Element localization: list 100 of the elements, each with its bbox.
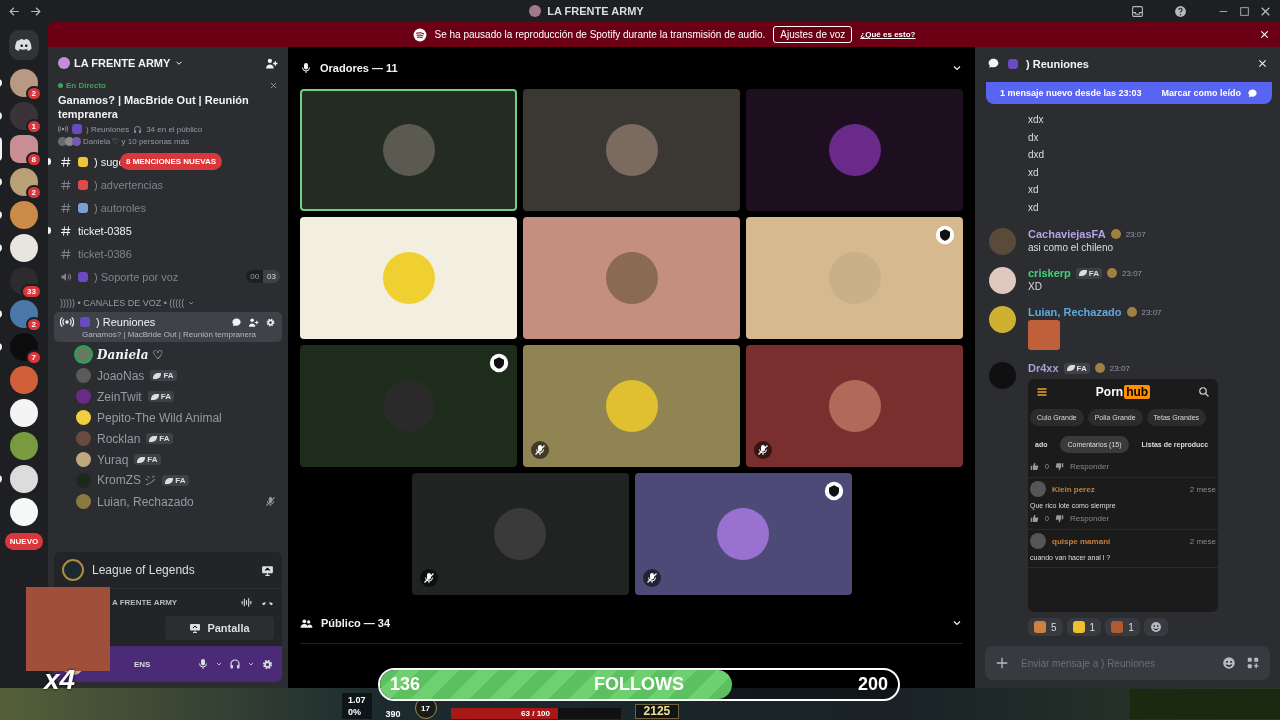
thumbs-down-icon[interactable] [1054, 514, 1064, 523]
avatar-icon [605, 380, 658, 432]
forward-arrow-icon[interactable] [29, 4, 42, 18]
author-name[interactable]: Luian, Rechazado [1028, 306, 1122, 318]
speaker-tile[interactable] [300, 345, 517, 467]
home-button[interactable] [9, 30, 39, 60]
role-badge-icon [1094, 363, 1105, 373]
message-text: XD [1028, 281, 1043, 292]
voice-user[interactable]: Pepito-The Wild Animal [76, 407, 288, 428]
emoji-icon [78, 271, 88, 282]
headphones-icon[interactable] [229, 658, 241, 670]
channel-item[interactable]: ticket-0385 [48, 219, 288, 242]
message-text: xd [1028, 183, 1040, 197]
reaction-button[interactable]: 1 [1105, 618, 1140, 636]
mention-count: 7 [25, 350, 42, 365]
speaker-tile[interactable] [300, 89, 517, 211]
reply-link[interactable]: Responder [1069, 462, 1110, 471]
attack-range: 390 [385, 709, 401, 719]
author-name[interactable]: Dr4xx [1028, 362, 1059, 374]
screenshot-embed[interactable] [1028, 379, 1218, 612]
reply-link[interactable]: Responder [1069, 514, 1110, 523]
help-icon[interactable] [1174, 4, 1187, 18]
new-label[interactable]: NUEVO [4, 533, 44, 550]
muted-mic-icon [265, 496, 276, 507]
speaker-tile[interactable] [300, 217, 517, 339]
avatar-icon [989, 228, 1016, 255]
voice-user[interactable]: ZeinTwit FA [76, 386, 288, 407]
hash-icon [60, 224, 72, 237]
channel-name: ) Reuniones [86, 124, 130, 134]
maximize-icon[interactable] [1238, 4, 1251, 18]
sound-wave-icon[interactable] [240, 596, 253, 609]
message-text: xd [1028, 165, 1040, 180]
add-user-icon[interactable] [265, 56, 278, 70]
voice-user[interactable]: Yuraq FA [76, 449, 288, 470]
speaker-tile[interactable] [634, 473, 852, 595]
add-user-icon[interactable] [248, 316, 259, 328]
voice-user[interactable]: Luian, Rechazado [76, 491, 288, 512]
server-icon[interactable] [10, 399, 38, 427]
help-link[interactable]: ¿Qué es esto? [860, 30, 916, 39]
voice-user[interactable]: KromZS ジ FA [76, 470, 288, 491]
search-icon [1198, 386, 1210, 398]
category-title[interactable]: ))))) • CANALES DE VOZ • ((((( [60, 298, 185, 308]
speaker-tile[interactable] [523, 89, 740, 211]
reaction-button[interactable]: 1 [1066, 618, 1102, 636]
reaction-button[interactable]: 5 [1028, 618, 1063, 636]
channel-item[interactable]: ) advertencias [48, 173, 288, 196]
timestamp: 23:07 [1141, 307, 1162, 317]
new-messages-bar[interactable]: 1 mensaje nuevo desde las 23:03 Marcar como leído [986, 82, 1272, 104]
screen-button[interactable]: Pantalla [165, 616, 274, 640]
avatar-icon [828, 124, 881, 176]
channel-item[interactable]: ) Soporte por voz 00 03 [48, 265, 288, 288]
message-text: dx [1028, 130, 1040, 145]
comment-age: 2 mese [1189, 484, 1216, 494]
follow-count: 136 [390, 674, 421, 695]
voice-channel-item[interactable]: ) Reuniones Ganamos? | MacBride Out | Reunión tempranera [54, 312, 282, 342]
inbox-icon[interactable] [1131, 4, 1144, 18]
speaker-tile[interactable] [746, 345, 963, 467]
avatar-icon [382, 124, 435, 176]
coin-count: 2125 [634, 704, 680, 719]
back-arrow-icon[interactable] [8, 4, 21, 18]
new-mentions-badge[interactable]: 8 MENCIONES NUEVAS [120, 153, 223, 170]
emoji-icon [78, 156, 88, 167]
speaker-tile[interactable] [746, 217, 963, 339]
voice-user[interactable]: Daniela ♡ [76, 344, 288, 365]
server-name[interactable]: LA FRENTE ARMY [74, 57, 171, 69]
speaker-tile[interactable] [746, 89, 963, 211]
plus-icon[interactable] [995, 656, 1009, 670]
server-icon[interactable] [10, 498, 38, 526]
microphone-icon[interactable] [197, 658, 209, 670]
speaker-tile[interactable] [411, 473, 629, 595]
thumbs-up-icon[interactable] [1030, 462, 1039, 471]
speaker-tile[interactable] [523, 217, 740, 339]
voice-user[interactable]: Rocklan FA [76, 428, 288, 449]
tag-label: FA [146, 433, 173, 444]
tag-label: FA [150, 370, 177, 381]
voice-settings-button[interactable]: Ajustes de voz [773, 26, 853, 43]
mention-count: 2 [25, 185, 42, 200]
chat-bubble-icon[interactable] [231, 316, 242, 328]
server-icon [58, 57, 70, 69]
emoji-icon[interactable] [1222, 656, 1236, 670]
avatar-icon [717, 508, 769, 560]
server-icon [529, 5, 542, 17]
channel-item[interactable]: ticket-0386 [48, 242, 288, 265]
thumbs-down-icon[interactable] [1054, 462, 1064, 471]
avatar-icon [605, 124, 658, 176]
author-name[interactable]: CachaviejasFA [1028, 228, 1106, 240]
avatar-icon [1030, 481, 1046, 497]
voice-user[interactable]: JoaoNas FA [76, 365, 288, 386]
author-name[interactable]: criskerp [1028, 267, 1071, 279]
add-reaction-icon[interactable] [1149, 621, 1162, 633]
channel-item[interactable]: ) autoroles [48, 196, 288, 219]
screen-share-icon[interactable] [261, 563, 274, 577]
settings-icon[interactable] [265, 316, 276, 328]
live-event-title[interactable]: Ganamos? | MacBride Out | Reunión tempranera [58, 93, 278, 121]
speaker-icon [60, 270, 72, 283]
settings-icon[interactable] [261, 657, 274, 671]
apps-icon[interactable] [1246, 656, 1260, 670]
thumbs-up-icon[interactable] [1030, 514, 1039, 523]
speaker-tile[interactable] [523, 345, 740, 467]
timestamp: 23:07 [1125, 229, 1146, 239]
